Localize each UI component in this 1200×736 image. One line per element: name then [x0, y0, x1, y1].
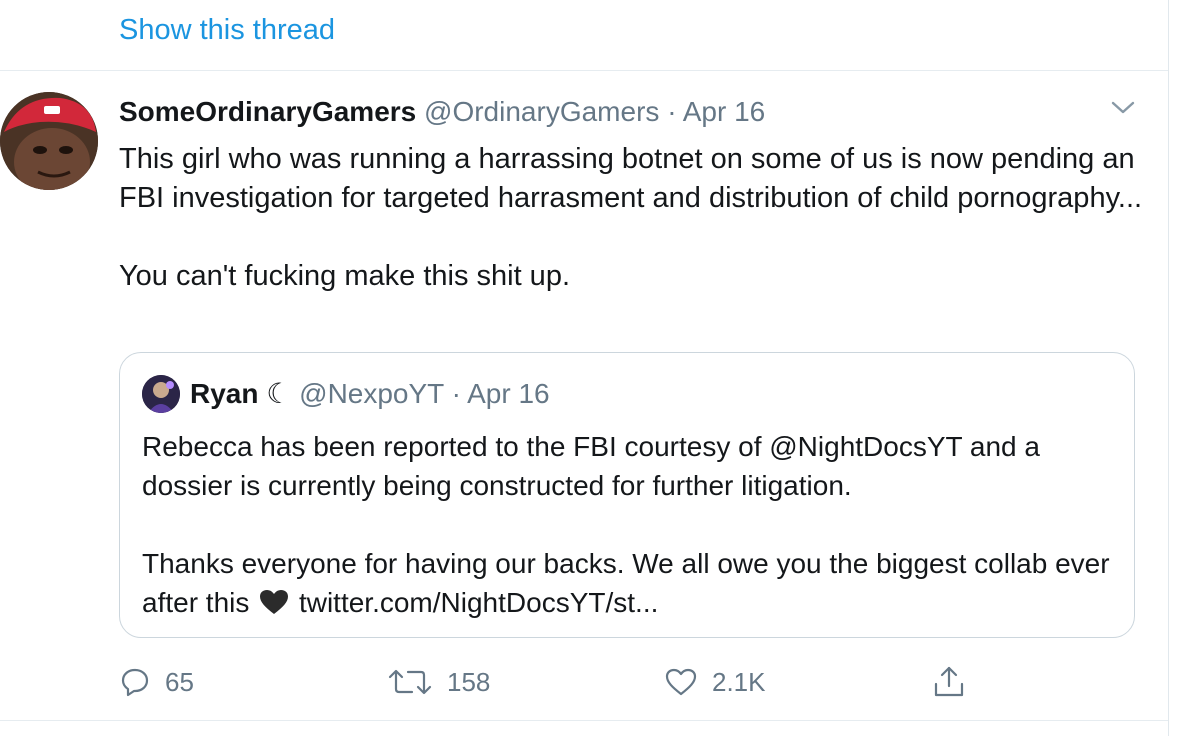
quoted-tweet-date: Apr 16 — [467, 378, 550, 409]
reply-count: 65 — [165, 666, 194, 697]
quoted-text-paragraph: Rebecca has been reported to the FBI cou… — [142, 431, 1040, 501]
quoted-tweet[interactable]: Ryan ☾ @NexpoYT · Apr 16 Rebecca has bee… — [119, 352, 1135, 638]
retweet-icon — [388, 669, 432, 695]
avatar-image — [0, 92, 98, 190]
reply-icon — [121, 668, 149, 697]
tweet-actions: 65 158 2.1K — [119, 662, 1119, 702]
tweet-header: SomeOrdinaryGamers @OrdinaryGamers · Apr… — [119, 96, 765, 128]
quoted-avatar-image — [142, 375, 180, 413]
show-thread-link[interactable]: Show this thread — [119, 14, 335, 47]
retweet-button[interactable]: 158 — [387, 662, 490, 702]
tweet-date[interactable]: Apr 16 — [683, 96, 766, 127]
quoted-header-separator: · — [451, 378, 461, 409]
like-count: 2.1K — [712, 666, 766, 697]
quoted-tweet-text: Rebecca has been reported to the FBI cou… — [142, 427, 1117, 625]
quoted-author-display-name: Ryan — [190, 378, 259, 409]
like-button[interactable]: 2.1K — [664, 662, 766, 702]
tweet-text-paragraph: You can't fucking make this shit up. — [119, 260, 571, 292]
tweet-divider-bottom — [0, 720, 1168, 721]
tweet-divider-top — [0, 70, 1168, 71]
crescent-moon-icon: ☾ — [266, 378, 292, 409]
retweet-count: 158 — [447, 666, 491, 697]
quoted-tweet-link[interactable]: twitter.com/NightDocsYT/st... — [299, 587, 658, 618]
author-display-name[interactable]: SomeOrdinaryGamers — [119, 96, 416, 127]
timeline-right-border — [1168, 0, 1169, 736]
heart-icon — [665, 668, 697, 696]
user-avatar[interactable] — [0, 92, 98, 190]
tweet-page: Show this thread SomeOrdinaryGamers @Ord… — [0, 0, 1200, 736]
tweet-text-paragraph: This girl who was running a harrassing b… — [119, 143, 1143, 214]
quoted-text-paragraph: Thanks everyone for having our backs. We… — [142, 544, 1117, 625]
quoted-author-handle: @NexpoYT — [299, 378, 444, 409]
author-handle[interactable]: @OrdinaryGamers — [424, 96, 659, 127]
chevron-down-icon — [1111, 101, 1135, 114]
tweet-menu-button[interactable] — [1106, 94, 1140, 122]
reply-button[interactable]: 65 — [119, 662, 194, 702]
share-icon — [934, 666, 964, 697]
header-separator: · — [667, 96, 677, 127]
quoted-tweet-header: Ryan ☾ @NexpoYT · Apr 16 — [190, 377, 550, 410]
share-button[interactable] — [931, 662, 967, 702]
tweet-text: This girl who was running a harrassing b… — [119, 140, 1149, 296]
quoted-user-avatar — [142, 375, 180, 413]
black-heart-icon — [259, 586, 289, 625]
